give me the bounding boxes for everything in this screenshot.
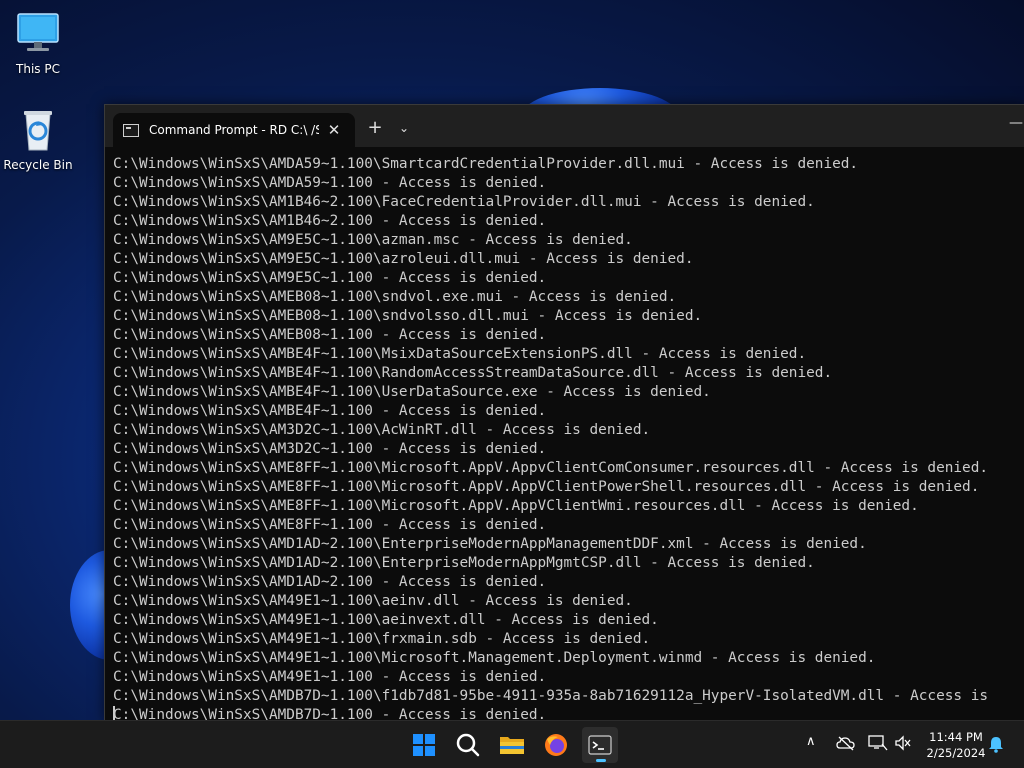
firefox-button[interactable] (538, 727, 574, 763)
console-line: C:\Windows\WinSxS\AME8FF~1.100\Microsoft… (113, 479, 980, 495)
console-line: C:\Windows\WinSxS\AM3D2C~1.100\AcWinRT.d… (113, 422, 651, 438)
command-prompt-icon (123, 123, 139, 137)
recycle-bin-icon (14, 106, 62, 154)
console-line: C:\Windows\WinSxS\AM9E5C~1.100\azroleui.… (113, 251, 694, 267)
console-line: C:\Windows\WinSxS\AM9E5C~1.100 - Access … (113, 270, 547, 286)
console-line: C:\Windows\WinSxS\AM9E5C~1.100\azman.msc… (113, 232, 633, 248)
clock[interactable]: 11:44 PM 2/25/2024 (920, 729, 992, 761)
folder-icon (500, 737, 524, 754)
console-output[interactable]: C:\Windows\WinSxS\AMDA59~1.100\Smartcard… (113, 155, 1024, 721)
volume-muted-icon[interactable] (894, 735, 912, 755)
search-icon (456, 733, 480, 757)
console-line: C:\Windows\WinSxS\AMDA59~1.100 - Access … (113, 175, 547, 191)
windows-logo-icon (413, 734, 435, 756)
console-line: C:\Windows\WinSxS\AM1B46~2.100\FaceCrede… (113, 194, 815, 210)
console-line: C:\Windows\WinSxS\AM49E1~1.100\aeinvext.… (113, 612, 659, 628)
desktop-icon-label: Recycle Bin (3, 158, 73, 172)
console-line: C:\Windows\WinSxS\AMBE4F~1.100 - Access … (113, 403, 547, 419)
onedrive-offline-icon[interactable] (836, 735, 856, 755)
firefox-icon (545, 734, 567, 756)
console-line: C:\Windows\WinSxS\AME8FF~1.100 - Access … (113, 517, 547, 533)
notification-bell-icon[interactable] (988, 735, 1004, 757)
file-explorer-button[interactable] (494, 727, 530, 763)
title-bar[interactable]: Command Prompt - RD C:\ /S ✕ + ⌄ — (105, 105, 1024, 147)
console-line: C:\Windows\WinSxS\AMD1AD~2.100\Enterpris… (113, 536, 867, 552)
text-cursor (113, 706, 115, 721)
console-line: C:\Windows\WinSxS\AM3D2C~1.100 - Access … (113, 441, 547, 457)
console-line: C:\Windows\WinSxS\AM49E1~1.100\aeinv.dll… (113, 593, 633, 609)
console-line: C:\Windows\WinSxS\AMBE4F~1.100\UserDataS… (113, 384, 711, 400)
new-tab-button[interactable]: + (365, 118, 385, 138)
console-line: C:\Windows\WinSxS\AMEB08~1.100\sndvolsso… (113, 308, 703, 324)
console-line: C:\Windows\WinSxS\AMDB7D~1.100\f1db7d81-… (113, 688, 989, 704)
network-icon[interactable] (868, 735, 888, 755)
console-line: C:\Windows\WinSxS\AMBE4F~1.100\RandomAcc… (113, 365, 833, 381)
minimize-button[interactable]: — (1009, 115, 1024, 135)
taskbar: ∧ 11:44 PM 2/25/2024 (0, 720, 1024, 768)
console-line: C:\Windows\WinSxS\AME8FF~1.100\Microsoft… (113, 460, 989, 476)
console-line: C:\Windows\WinSxS\AM49E1~1.100 - Access … (113, 669, 547, 685)
desktop-icon-this-pc[interactable]: This PC (0, 10, 76, 76)
console-line: C:\Windows\WinSxS\AMD1AD~2.100 - Access … (113, 574, 547, 590)
terminal-icon (588, 735, 612, 755)
console-line: C:\Windows\WinSxS\AMD1AD~2.100\Enterpris… (113, 555, 815, 571)
chevron-down-icon[interactable]: ⌄ (395, 119, 413, 137)
show-hidden-icons-chevron[interactable]: ∧ (806, 734, 816, 749)
console-line: C:\Windows\WinSxS\AM49E1~1.100\frxmain.s… (113, 631, 651, 647)
search-button[interactable] (450, 727, 486, 763)
tab-command-prompt[interactable]: Command Prompt - RD C:\ /S ✕ (113, 113, 355, 147)
close-tab-icon[interactable]: ✕ (325, 121, 343, 139)
console-line: C:\Windows\WinSxS\AM1B46~2.100 - Access … (113, 213, 547, 229)
clock-time: 11:44 PM (929, 730, 983, 744)
console-line: C:\Windows\WinSxS\AMBE4F~1.100\MsixDataS… (113, 346, 807, 362)
terminal-button[interactable] (582, 727, 618, 763)
tab-title: Command Prompt - RD C:\ /S (149, 123, 319, 137)
active-app-indicator (596, 759, 606, 762)
console-line: C:\Windows\WinSxS\AMEB08~1.100\sndvol.ex… (113, 289, 677, 305)
desktop-icon-label: This PC (16, 62, 60, 76)
console-line: C:\Windows\WinSxS\AMEB08~1.100 - Access … (113, 327, 547, 343)
console-line: C:\Windows\WinSxS\AME8FF~1.100\Microsoft… (113, 498, 919, 514)
clock-date: 2/25/2024 (926, 746, 986, 760)
desktop-icon-recycle-bin[interactable]: Recycle Bin (0, 106, 76, 172)
console-line: C:\Windows\WinSxS\AMDA59~1.100\Smartcard… (113, 156, 859, 172)
terminal-window[interactable]: Command Prompt - RD C:\ /S ✕ + ⌄ — C:\Wi… (104, 104, 1024, 721)
console-line: C:\Windows\WinSxS\AM49E1~1.100\Microsoft… (113, 650, 876, 666)
console-line: C:\Windows\WinSxS\AMDB7D~1.100 - Access … (113, 707, 547, 721)
start-button[interactable] (406, 727, 442, 763)
monitor-icon (14, 10, 62, 58)
